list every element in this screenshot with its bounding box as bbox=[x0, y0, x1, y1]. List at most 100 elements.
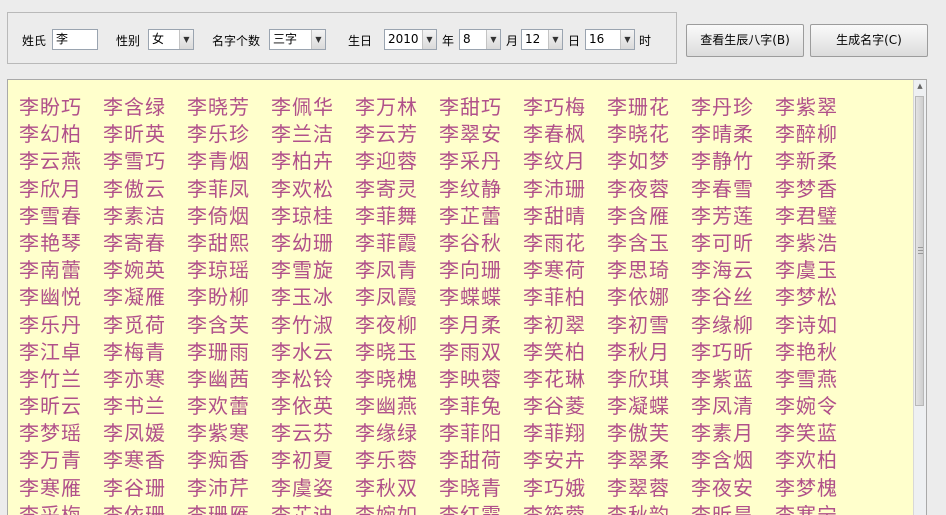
name-item: 李采丹 bbox=[439, 149, 502, 174]
chevron-down-icon[interactable]: ▼ bbox=[179, 30, 193, 49]
name-item: 李沛芹 bbox=[187, 475, 250, 500]
name-item: 李江卓 bbox=[19, 339, 82, 364]
name-item: 李新柔 bbox=[775, 149, 838, 174]
name-item: 李紫浩 bbox=[775, 230, 838, 255]
hour-select[interactable]: 16 ▼ bbox=[585, 29, 635, 50]
name-item: 李缘柳 bbox=[691, 312, 754, 337]
chevron-down-icon[interactable]: ▼ bbox=[311, 30, 325, 49]
surname-label: 姓氏 bbox=[22, 34, 47, 48]
name-item: 李琼桂 bbox=[271, 203, 334, 228]
name-item: 李采梅 bbox=[19, 502, 82, 515]
name-item: 李菲霞 bbox=[355, 230, 418, 255]
name-item: 李乐珍 bbox=[187, 122, 250, 147]
name-item: 李初翠 bbox=[523, 312, 586, 337]
name-item: 李秋韵 bbox=[607, 502, 670, 515]
name-item: 李菲凤 bbox=[187, 176, 250, 201]
name-item: 李痴香 bbox=[187, 448, 250, 473]
name-item: 李夜安 bbox=[691, 475, 754, 500]
name-item: 李谷菱 bbox=[523, 394, 586, 419]
name-item: 李幽悦 bbox=[19, 285, 82, 310]
scrollbar-thumb[interactable] bbox=[915, 96, 924, 406]
birthday-label: 生日 bbox=[348, 34, 373, 48]
month-unit: 月 bbox=[506, 34, 519, 48]
name-item: 李静竹 bbox=[691, 149, 754, 174]
name-item: 李晴柔 bbox=[691, 122, 754, 147]
name-count-label: 名字个数 bbox=[212, 34, 261, 48]
name-item: 李南蕾 bbox=[19, 258, 82, 283]
name-item: 李琼瑶 bbox=[187, 258, 250, 283]
name-item: 李紫蓝 bbox=[691, 366, 754, 391]
year-select[interactable]: 2010 ▼ bbox=[384, 29, 437, 50]
name-item: 李夜蓉 bbox=[607, 176, 670, 201]
name-item: 李雪春 bbox=[19, 203, 82, 228]
month-value: 8 bbox=[463, 32, 471, 46]
name-item: 李含芙 bbox=[187, 312, 250, 337]
name-item: 李含绿 bbox=[103, 95, 166, 119]
name-item: 李思琦 bbox=[607, 258, 670, 283]
gender-select[interactable]: 女 ▼ bbox=[148, 29, 194, 50]
name-item: 李珊雨 bbox=[187, 339, 250, 364]
name-item: 李依珊 bbox=[103, 502, 166, 515]
name-item: 李虞玉 bbox=[775, 258, 838, 283]
name-item: 李巧娥 bbox=[523, 475, 586, 500]
name-item: 李丹珍 bbox=[691, 95, 754, 119]
month-select[interactable]: 8 ▼ bbox=[459, 29, 501, 50]
name-item: 李雪旋 bbox=[271, 258, 334, 283]
name-item: 李欣琪 bbox=[607, 366, 670, 391]
name-item: 李菲阳 bbox=[439, 421, 502, 446]
chevron-down-icon[interactable]: ▼ bbox=[486, 30, 500, 49]
name-item: 李欢柏 bbox=[775, 448, 838, 473]
name-item: 李幻柏 bbox=[19, 122, 82, 147]
name-item: 李谷丝 bbox=[691, 285, 754, 310]
name-item: 李甜巧 bbox=[439, 95, 502, 119]
name-item: 李盼柳 bbox=[187, 285, 250, 310]
chevron-down-icon[interactable]: ▼ bbox=[620, 30, 634, 49]
vertical-scrollbar[interactable]: ▲ bbox=[913, 80, 926, 515]
scroll-up-icon[interactable]: ▲ bbox=[915, 82, 925, 94]
name-item: 李寒宁 bbox=[775, 502, 838, 515]
name-item: 李凤青 bbox=[355, 258, 418, 283]
name-item: 李缘绿 bbox=[355, 421, 418, 446]
name-item: 李万青 bbox=[19, 448, 82, 473]
name-item: 李幼珊 bbox=[271, 230, 334, 255]
name-item: 李芳莲 bbox=[691, 203, 754, 228]
name-item: 李珊雁 bbox=[187, 502, 250, 515]
name-item: 李芷迪 bbox=[271, 502, 334, 515]
day-value: 12 bbox=[525, 32, 541, 46]
name-item: 李青烟 bbox=[187, 149, 250, 174]
gender-value: 女 bbox=[152, 32, 165, 46]
name-item: 李寒荷 bbox=[523, 258, 586, 283]
hour-unit: 时 bbox=[639, 34, 652, 48]
generate-names-button[interactable]: 生成名字(C) bbox=[810, 24, 928, 57]
name-item: 李依英 bbox=[271, 394, 334, 419]
name-item: 李艳琴 bbox=[19, 230, 82, 255]
name-item: 李竹淑 bbox=[271, 312, 334, 337]
name-item: 李乐丹 bbox=[19, 312, 82, 337]
name-item: 李兰洁 bbox=[271, 122, 334, 147]
view-bazi-button[interactable]: 查看生辰八字(B) bbox=[686, 24, 804, 57]
name-item: 李昕云 bbox=[19, 394, 82, 419]
chevron-down-icon[interactable]: ▼ bbox=[422, 30, 436, 49]
name-item: 李可昕 bbox=[691, 230, 754, 255]
surname-input[interactable]: 李 bbox=[52, 29, 98, 50]
name-item: 李芷蕾 bbox=[439, 203, 502, 228]
name-count-select[interactable]: 三字 ▼ bbox=[269, 29, 326, 50]
name-item: 李欢松 bbox=[271, 176, 334, 201]
name-item: 李佩华 bbox=[271, 95, 334, 119]
name-item: 李诗如 bbox=[775, 312, 838, 337]
name-item: 李红霞 bbox=[439, 502, 502, 515]
name-item: 李含雁 bbox=[607, 203, 670, 228]
name-item: 李春枫 bbox=[523, 122, 586, 147]
name-item: 李菲柏 bbox=[523, 285, 586, 310]
name-item: 李梦香 bbox=[775, 176, 838, 201]
name-item: 李盼巧 bbox=[19, 95, 82, 119]
name-item: 李醉柳 bbox=[775, 122, 838, 147]
name-item: 李珊花 bbox=[607, 95, 670, 119]
day-select[interactable]: 12 ▼ bbox=[521, 29, 563, 50]
name-item: 李沛珊 bbox=[523, 176, 586, 201]
name-item: 李竹兰 bbox=[19, 366, 82, 391]
name-item: 李笑蓝 bbox=[775, 421, 838, 446]
chevron-down-icon[interactable]: ▼ bbox=[548, 30, 562, 49]
name-item: 李安卉 bbox=[523, 448, 586, 473]
name-item: 李夜柳 bbox=[355, 312, 418, 337]
